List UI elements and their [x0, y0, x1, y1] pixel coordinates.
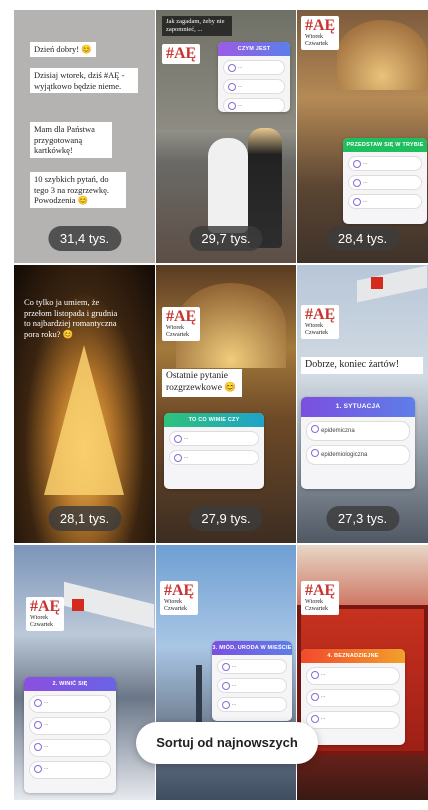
poll-option[interactable]: ...	[223, 60, 285, 75]
sort-button[interactable]: Sortuj od najnowszych	[136, 722, 318, 764]
view-count-badge: 28,4 tys.	[325, 226, 400, 251]
poll-option[interactable]: ...	[217, 678, 287, 693]
logo-mark: #AĘ	[166, 308, 197, 325]
poll-title: 1. SYTUACJA	[301, 397, 415, 417]
story-text-3: Mam dla Państwa przygotowaną kartkówkę!	[30, 122, 112, 158]
story-poll[interactable]: PRZEDSTAW SIĘ W TRYBIE NIEMYM ... ... ..…	[343, 138, 427, 224]
carousel-roof	[337, 20, 427, 90]
poll-option[interactable]: ...	[169, 450, 259, 465]
story-caption: Co tylko ja umiem, że przełom listopada …	[24, 297, 118, 339]
logo-subtitle: Czwartek	[305, 329, 328, 336]
view-count-badge: 27,9 tys.	[189, 506, 263, 531]
poll-title: 4. BEZNADZIEJNE	[301, 649, 405, 663]
story-poll[interactable]: 1. SYTUACJA epidemiczna epidemiologiczna	[301, 397, 415, 489]
story-tile-1[interactable]: Dzień dobry! 😊 Dzisiaj wtorek, dziś #AĘ …	[14, 10, 155, 263]
brand-logo: #AĘ	[162, 44, 201, 64]
brand-logo: #AĘ Wtorek Czwartek	[160, 581, 199, 615]
story-tile-9[interactable]: #AĘ Wtorek Czwartek 4. BEZNADZIEJNE ... …	[297, 545, 428, 800]
logo-subtitle: Czwartek	[305, 40, 328, 47]
story-tile-2[interactable]: Jak zagadam, żeby nie zapomnieć, ... #AĘ…	[156, 10, 296, 263]
story-tile-6[interactable]: #AĘ Wtorek Czwartek Dobrze, koniec żartó…	[297, 265, 428, 543]
logo-subtitle: Wtorek	[164, 599, 182, 605]
poll-option[interactable]: ...	[29, 739, 111, 757]
story-caption: Ostatnie pytanie rozgrzewkowe 😊	[162, 369, 242, 397]
poll-option[interactable]: ...	[306, 689, 400, 707]
poll-option[interactable]: ...	[306, 667, 400, 685]
poll-option[interactable]: ...	[348, 194, 422, 209]
poll-title: 3. MIÓD, URODA W MIEŚCIE	[212, 641, 292, 655]
brand-logo: #AĘ Wtorek Czwartek	[301, 305, 340, 339]
poll-option[interactable]: ...	[223, 98, 285, 112]
poll-option[interactable]: ...	[306, 711, 400, 729]
story-tile-4[interactable]: Co tylko ja umiem, że przełom listopada …	[14, 265, 155, 543]
poll-option[interactable]: ...	[169, 431, 259, 446]
brand-logo: #AĘ Wtorek Czwartek	[301, 16, 340, 50]
logo-subtitle: Czwartek	[166, 331, 189, 338]
poll-option[interactable]: epidemiologiczna	[306, 445, 410, 465]
story-tile-7[interactable]: #AĘ Wtorek Czwartek 2. WINIĆ SIĘ ... ...…	[14, 545, 155, 800]
airplane-wing	[357, 265, 427, 303]
logo-subtitle: Wtorek	[166, 325, 184, 331]
story-text-2: Dzisiaj wtorek, dziś #AĘ - wyjątkowo będ…	[30, 68, 138, 94]
view-count-badge: 28,1 tys.	[47, 506, 122, 531]
christmas-tree	[44, 345, 124, 495]
story-text-1: Dzień dobry! 😊	[30, 42, 96, 57]
story-caption: Jak zagadam, żeby nie zapomnieć, ...	[162, 16, 232, 37]
view-count-badge: 27,3 tys.	[325, 506, 400, 531]
poll-option[interactable]: epidemiczna	[306, 421, 410, 441]
story-poll[interactable]: 3. MIÓD, URODA W MIEŚCIE ... ... ...	[212, 641, 292, 721]
poll-title: CZYM JEST ROZGRZEWKA?	[218, 42, 290, 66]
logo-subtitle: Wtorek	[305, 323, 323, 329]
swiss-flag	[72, 599, 84, 611]
view-count-badge: 31,4 tys.	[47, 226, 122, 251]
logo-subtitle: Wtorek	[305, 34, 323, 40]
story-poll[interactable]: TO CO WIMIE CZY ... ...	[164, 413, 264, 489]
story-tile-5[interactable]: #AĘ Wtorek Czwartek Ostatnie pytanie roz…	[156, 265, 296, 543]
snowman-figure	[208, 138, 248, 233]
poll-option[interactable]: ...	[217, 659, 287, 674]
poll-option[interactable]: ...	[217, 697, 287, 712]
story-text-4: 10 szybkich pytań, do tego 3 na rozgrzew…	[30, 172, 126, 208]
poll-title: TO CO WIMIE CZY	[164, 413, 264, 427]
poll-option[interactable]: ...	[29, 695, 111, 713]
poll-title: PRZEDSTAW SIĘ W TRYBIE NIEMYM	[343, 138, 427, 162]
poll-title: 2. WINIĆ SIĘ	[24, 677, 116, 691]
brand-logo: #AĘ Wtorek Czwartek	[162, 307, 201, 341]
poll-option[interactable]: ...	[29, 761, 111, 779]
poll-option[interactable]: ...	[223, 79, 285, 94]
story-poll[interactable]: CZYM JEST ROZGRZEWKA? ... ... ...	[218, 42, 290, 112]
story-tile-3[interactable]: #AĘ Wtorek Czwartek PRZEDSTAW SIĘ W TRYB…	[297, 10, 428, 263]
logo-subtitle: Czwartek	[164, 605, 187, 612]
logo-mark: #AĘ	[305, 306, 336, 323]
logo-subtitle: Wtorek	[30, 615, 48, 621]
logo-mark: #AĘ	[164, 582, 195, 599]
story-poll[interactable]: 2. WINIĆ SIĘ ... ... ... ...	[24, 677, 116, 793]
stories-grid: Dzień dobry! 😊 Dzisiaj wtorek, dziś #AĘ …	[14, 10, 428, 800]
swiss-flag	[371, 277, 383, 289]
logo-mark: #AĘ	[305, 582, 336, 599]
poll-option[interactable]: ...	[348, 175, 422, 190]
logo-mark: #AĘ	[30, 598, 61, 615]
logo-subtitle: Czwartek	[305, 605, 328, 612]
brand-logo: #AĘ Wtorek Czwartek	[26, 597, 65, 631]
poll-option[interactable]: ...	[29, 717, 111, 735]
logo-mark: #AĘ	[166, 45, 197, 62]
view-count-badge: 29,7 tys.	[189, 226, 263, 251]
story-caption: Dobrze, koniec żartów!	[301, 357, 423, 374]
story-poll[interactable]: 4. BEZNADZIEJNE ... ... ...	[301, 649, 405, 745]
logo-subtitle: Czwartek	[30, 621, 53, 628]
logo-mark: #AĘ	[305, 17, 336, 34]
logo-subtitle: Wtorek	[305, 599, 323, 605]
poll-option[interactable]: ...	[348, 156, 422, 171]
brand-logo: #AĘ Wtorek Czwartek	[301, 581, 340, 615]
